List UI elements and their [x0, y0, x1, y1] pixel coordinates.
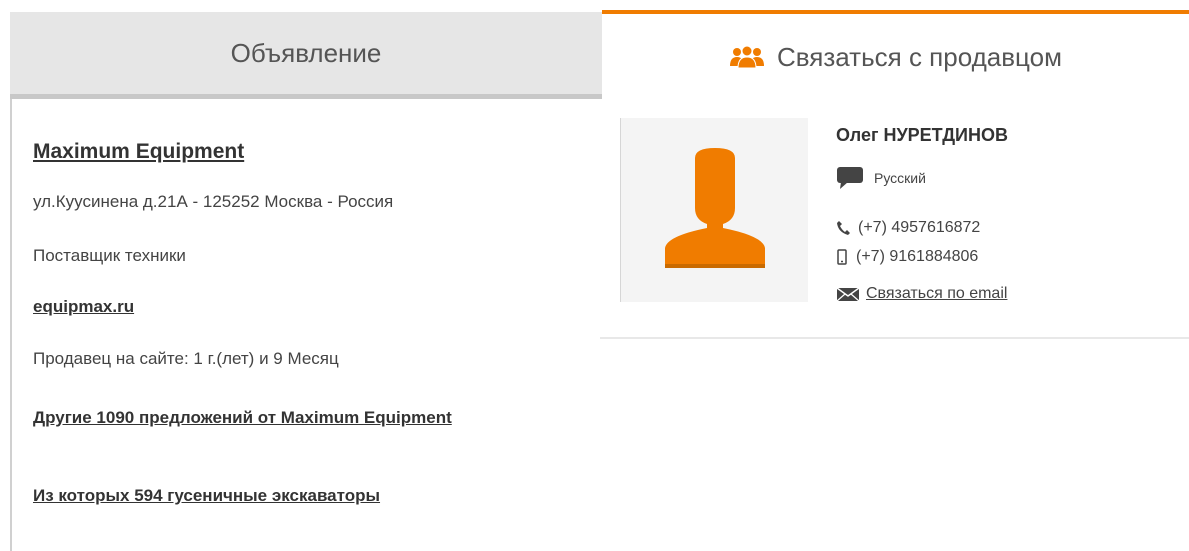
envelope-icon	[836, 286, 860, 302]
tab-contact-seller-label: Связаться с продавцом	[777, 41, 1062, 72]
email-contact-label[interactable]: Связаться по email	[866, 285, 1007, 303]
mobile-phone-icon	[836, 249, 848, 265]
contact-mobile[interactable]: (+7) 9161884806	[856, 248, 978, 266]
contact-language: Русский	[874, 170, 926, 186]
mobile-row[interactable]: (+7) 9161884806	[836, 248, 978, 266]
tab-listing[interactable]: Объявление	[10, 12, 602, 99]
phone-icon	[836, 220, 850, 236]
company-address: ул.Куусинена д.21А - 125252 Москва - Рос…	[33, 192, 394, 211]
panel-border	[10, 99, 12, 551]
contact-phone[interactable]: (+7) 4957616872	[858, 219, 980, 237]
website-link[interactable]: equipmax.ru	[33, 297, 134, 317]
phone-row[interactable]: (+7) 4957616872	[836, 219, 980, 237]
speech-bubble-icon	[836, 166, 864, 190]
email-contact-link[interactable]: Связаться по email	[836, 285, 1007, 303]
contact-name: Олег НУРЕТДИНОВ	[836, 125, 1008, 145]
category-offers-link[interactable]: Из которых 594 гусеничные экскаваторы	[33, 486, 380, 506]
company-name-link[interactable]: Maximum Equipment	[33, 140, 244, 164]
tab-contact-seller[interactable]: Связаться с продавцом	[602, 10, 1189, 100]
avatar	[620, 118, 808, 302]
people-group-icon	[729, 46, 765, 68]
other-offers-link[interactable]: Другие 1090 предложений от Maximum Equip…	[33, 402, 553, 434]
language-row: Русский	[836, 166, 926, 190]
section-divider	[600, 337, 1189, 339]
member-since: Продавец на сайте: 1 г.(лет) и 9 Месяц	[33, 349, 339, 368]
user-silhouette-icon	[665, 148, 765, 268]
seller-type: Поставщик техники	[33, 246, 186, 265]
tab-listing-label: Объявление	[230, 37, 382, 68]
